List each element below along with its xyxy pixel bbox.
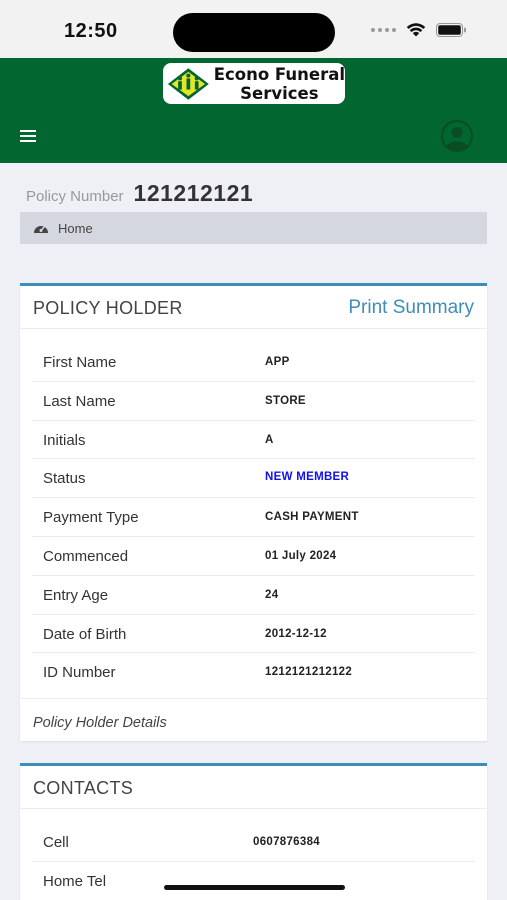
table-row: Entry Age 24 <box>32 576 475 615</box>
wifi-icon <box>406 23 426 37</box>
policy-holder-rows: First Name APP Last Name STORE Initials … <box>32 343 475 692</box>
id-number-value: 1212121212122 <box>265 666 353 679</box>
breadcrumb-home-link[interactable]: Home <box>58 221 93 236</box>
logo-text: Econo Funeral Services <box>214 65 345 103</box>
table-row: Last Name STORE <box>32 382 475 421</box>
logo-line-2: Services <box>240 83 319 103</box>
date-of-birth-label: Date of Birth <box>43 625 127 643</box>
user-avatar-icon[interactable] <box>441 120 473 152</box>
entry-age-value: 24 <box>265 588 279 601</box>
logo-line-1: Econo Funeral <box>213 64 345 84</box>
first-name-label: First Name <box>43 354 117 371</box>
app-header: Econo Funeral Services <box>0 58 507 163</box>
dynamic-island <box>173 13 335 52</box>
cellular-signal-icon <box>371 27 396 32</box>
breadcrumb: Home <box>20 212 487 244</box>
payment-type-value: CASH PAYMENT <box>265 511 359 524</box>
id-number-label: ID Number <box>43 664 116 682</box>
table-row: Commenced 01 July 2024 <box>32 537 475 576</box>
last-name-label: Last Name <box>43 392 116 410</box>
commenced-value: 01 July 2024 <box>265 549 337 562</box>
policy-number-value: 121212121 <box>133 180 254 206</box>
policy-holder-title: POLICY HOLDER <box>33 298 183 318</box>
dashboard-gauge-icon <box>34 226 48 233</box>
contacts-card-header: CONTACTS <box>20 766 487 809</box>
policy-number-line: Policy Number 121212121 <box>26 180 253 207</box>
company-logo: Econo Funeral Services <box>163 63 345 104</box>
contacts-card: CONTACTS Cell 0607876384 Home Tel <box>20 763 487 900</box>
status-value: NEW MEMBER <box>265 471 350 484</box>
commenced-label: Commenced <box>43 547 129 565</box>
last-name-value: STORE <box>265 394 306 407</box>
status-time: 12:50 <box>64 20 118 42</box>
cell-value: 0607876384 <box>253 836 320 848</box>
print-summary-link[interactable]: Print Summary <box>348 297 474 319</box>
initials-value: A <box>265 433 274 446</box>
home-tel-label: Home Tel <box>43 872 107 890</box>
table-row: First Name APP <box>32 343 475 382</box>
status-label: Status <box>43 470 86 488</box>
status-bar: 12:50 <box>0 0 507 58</box>
hamburger-menu-icon[interactable] <box>20 130 36 142</box>
table-row: Initials A <box>32 421 475 460</box>
initials-label: Initials <box>43 431 86 449</box>
battery-icon <box>436 22 466 37</box>
table-row: Date of Birth 2012-12-12 <box>32 615 475 654</box>
payment-type-label: Payment Type <box>43 509 139 527</box>
status-icons <box>371 22 467 37</box>
policy-number-label: Policy Number <box>26 188 124 205</box>
table-row: Home Tel <box>32 862 475 900</box>
table-row: Cell 0607876384 <box>32 823 475 862</box>
home-indicator <box>164 885 345 890</box>
cell-label: Cell <box>43 834 69 851</box>
entry-age-label: Entry Age <box>43 586 109 604</box>
policy-holder-card-header: POLICY HOLDER Print Summary <box>20 286 487 329</box>
table-row: Payment Type CASH PAYMENT <box>32 498 475 537</box>
contacts-title: CONTACTS <box>33 778 134 798</box>
policy-holder-footer: Policy Holder Details <box>20 698 487 747</box>
date-of-birth-value: 2012-12-12 <box>265 627 327 640</box>
policy-holder-card: POLICY HOLDER Print Summary First Name A… <box>20 283 487 741</box>
logo-emblem-icon <box>167 67 209 100</box>
table-row: ID Number 1212121212122 <box>32 653 475 692</box>
first-name-value: APP <box>265 356 290 368</box>
table-row: Status NEW MEMBER <box>32 459 475 499</box>
